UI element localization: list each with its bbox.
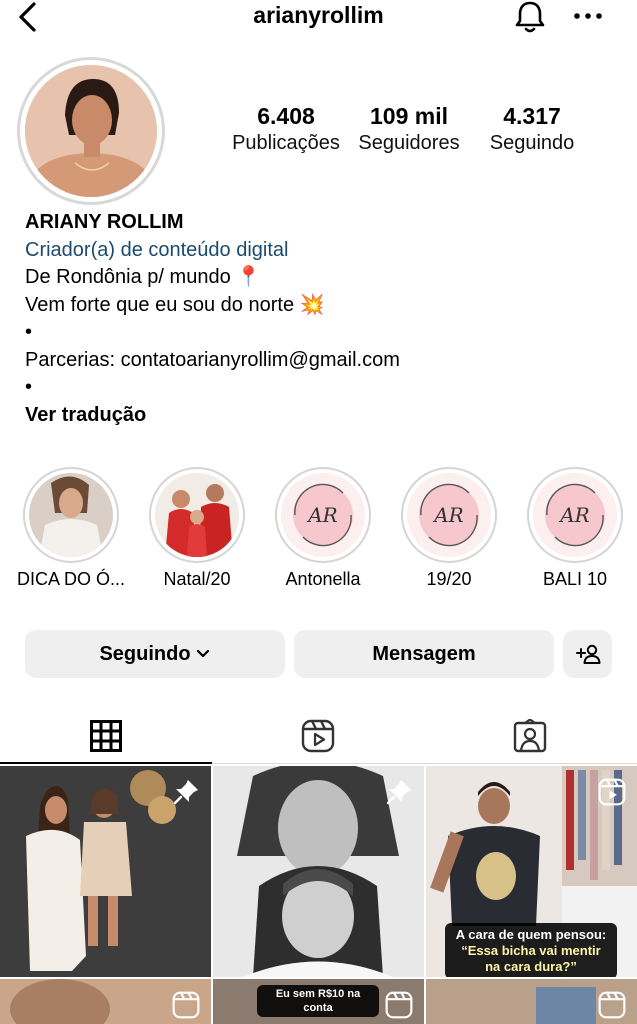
following-dropdown-button[interactable]: Seguindo [25,630,285,678]
post-tile[interactable] [213,766,424,977]
following-count-stat[interactable]: 4.317 Seguindo [472,103,592,157]
reel-indicator-icon [598,778,626,806]
following-button-label: Seguindo [99,642,191,665]
post-caption-overlay: Eu sem R$10 na conta [257,985,379,1017]
highlight-logo-text: AR [432,503,464,527]
caption-line: na cara dura?” [485,959,577,974]
highlight-ring: AR [527,467,623,563]
tab-posts-grid[interactable] [0,708,212,764]
grid-icon [90,720,122,752]
highlight-cover [29,473,113,557]
reels-icon [301,719,335,753]
chevron-down-icon [196,649,209,658]
highlight-logo-text: AR [306,503,338,527]
profile-display-name: ARIANY ROLLIM [25,211,184,233]
bio-line-3: • [25,321,33,343]
following-label: Seguindo [489,132,575,154]
highlight-label: Natal/20 [163,569,231,589]
highlight-item[interactable]: Natal/20 [134,467,260,590]
pinned-icon [386,780,411,805]
notification-bell-icon[interactable] [512,0,548,34]
followers-label: Seguidores [358,132,460,154]
highlight-cover: AR [281,473,365,557]
bio-line-5: • [25,376,33,398]
profile-category-link[interactable]: Criador(a) de conteúdo digital [25,237,625,265]
see-translation-link[interactable]: Ver tradução [25,402,625,430]
highlight-logo-text: AR [558,503,590,527]
bio-line-2: Vem forte que eu sou do norte 💥 [25,293,325,316]
highlight-label: DICA DO Ó... [16,569,126,589]
posts-count-stat[interactable]: 6.408 Publicações [226,103,346,157]
highlight-label: 19/20 [426,569,472,589]
post-tile[interactable]: Eu sem R$10 na conta [213,979,424,1024]
tagged-icon [513,719,547,753]
post-tile[interactable]: A cara de quem pensou: “Essa bicha vai m… [426,766,637,977]
posts-label: Publicações [232,132,340,154]
highlight-cover: AR [407,473,491,557]
highlight-item[interactable]: AR BALI 10 [512,467,637,590]
followers-count: 109 mil [370,103,448,129]
suggested-users-button[interactable] [563,630,612,678]
bio-line-1: De Rondônia p/ mundo 📍 [25,266,262,288]
highlight-ring [149,467,245,563]
highlight-ring: AR [275,467,371,563]
posts-count: 6.408 [257,103,315,129]
highlight-cover: AR [533,473,617,557]
highlight-label: Antonella [285,569,361,589]
followers-count-stat[interactable]: 109 mil Seguidores [349,103,469,157]
reel-indicator-icon [172,991,200,1019]
highlight-ring [23,467,119,563]
active-tab-indicator [0,762,212,764]
post-tile[interactable] [0,979,211,1024]
add-person-icon [575,644,600,664]
highlight-item[interactable]: DICA DO Ó... [8,467,134,590]
highlight-item[interactable]: AR 19/20 [386,467,512,590]
reel-indicator-icon [598,991,626,1019]
highlight-item[interactable]: AR Antonella [260,467,386,590]
more-options-icon[interactable] [572,6,604,26]
post-tile[interactable] [426,979,637,1024]
caption-line: A cara de quem pensou: [455,927,607,942]
caption-line: “Essa bicha vai mentir [461,943,601,958]
message-button-label: Mensagem [372,642,476,665]
tab-tagged[interactable] [424,708,636,764]
profile-avatar[interactable] [25,65,157,197]
reel-indicator-icon [385,991,413,1019]
post-caption-overlay: A cara de quem pensou: “Essa bicha vai m… [445,923,617,977]
following-count: 4.317 [503,103,561,129]
tab-reels[interactable] [212,708,424,764]
profile-bio: ARIANY ROLLIM Criador(a) de conteúdo dig… [25,209,625,429]
pinned-icon [173,780,198,805]
highlight-cover [155,473,239,557]
message-button[interactable]: Mensagem [294,630,554,678]
highlight-label: BALI 10 [542,569,608,589]
bio-line-4: Parcerias: contatoarianyrollim@gmail.com [25,348,400,371]
highlight-ring: AR [401,467,497,563]
post-tile[interactable] [0,766,211,977]
